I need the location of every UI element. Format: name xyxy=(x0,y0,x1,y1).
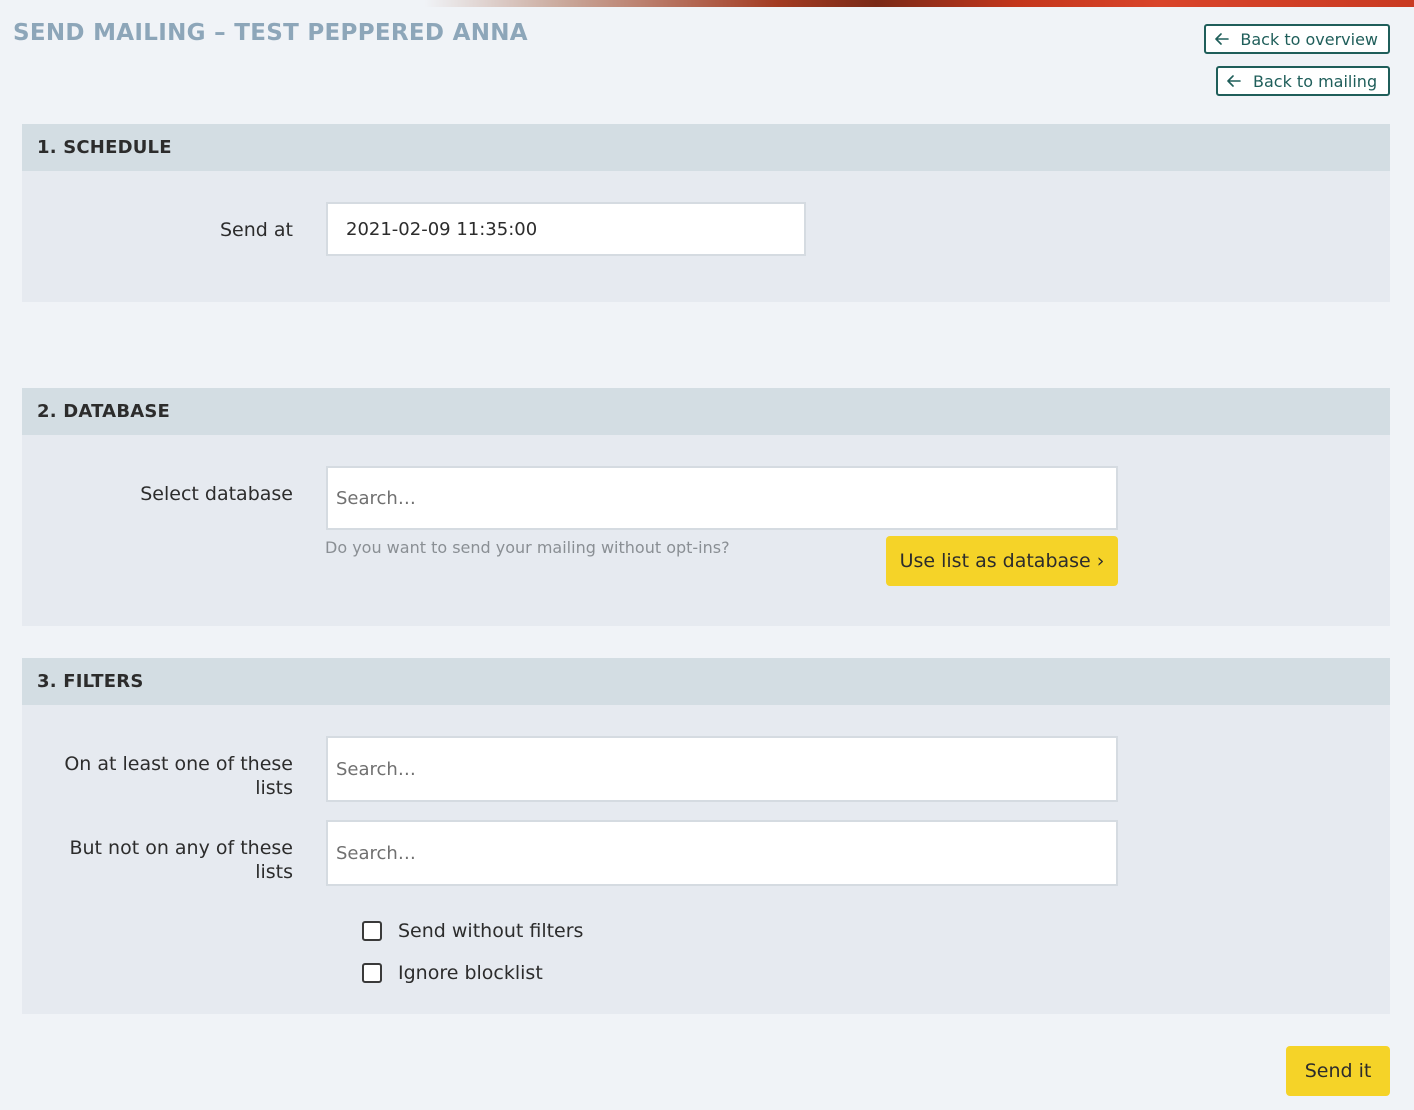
header-banner xyxy=(0,0,1414,7)
arrow-left-icon xyxy=(1227,75,1243,87)
exclude-lists-input[interactable] xyxy=(326,820,1118,886)
exclude-lists-label: But not on any of these lists xyxy=(69,837,293,883)
include-lists-input[interactable] xyxy=(326,736,1118,802)
send-it-button[interactable]: Send it xyxy=(1286,1046,1390,1096)
schedule-section: 1. SCHEDULE Send at xyxy=(22,124,1390,302)
include-lists-label: On at least one of these lists xyxy=(64,753,293,799)
ignore-blocklist-checkbox[interactable] xyxy=(362,963,382,983)
use-list-as-database-button[interactable]: Use list as database › xyxy=(886,536,1118,586)
back-to-mailing-label: Back to mailing xyxy=(1253,71,1378,91)
back-to-overview-label: Back to overview xyxy=(1240,29,1378,49)
ignore-blocklist-label: Ignore blocklist xyxy=(398,962,543,984)
select-database-label: Select database xyxy=(140,483,293,505)
send-without-filters-checkbox[interactable] xyxy=(362,921,382,941)
send-without-filters-label: Send without filters xyxy=(398,920,584,942)
page-title: SEND MAILING – TEST PEPPERED ANNA xyxy=(13,20,528,46)
send-at-field[interactable] xyxy=(326,202,806,256)
database-search-input[interactable] xyxy=(326,466,1118,530)
arrow-left-icon xyxy=(1215,33,1230,45)
back-to-mailing-button[interactable]: Back to mailing xyxy=(1216,66,1390,96)
database-heading: 2. DATABASE xyxy=(37,401,171,422)
ignore-blocklist-option[interactable]: Ignore blocklist xyxy=(362,962,543,984)
filters-section: 3. FILTERS On at least one of these list… xyxy=(22,658,1390,1014)
schedule-heading: 1. SCHEDULE xyxy=(37,137,172,158)
send-without-filters-option[interactable]: Send without filters xyxy=(362,920,583,942)
filters-heading: 3. FILTERS xyxy=(37,671,144,692)
database-header: 2. DATABASE xyxy=(22,388,1390,435)
database-section: 2. DATABASE Select database Do you want … xyxy=(22,388,1390,626)
back-to-overview-button[interactable]: Back to overview xyxy=(1204,24,1390,54)
opt-in-hint: Do you want to send your mailing without… xyxy=(325,538,730,557)
schedule-header: 1. SCHEDULE xyxy=(22,124,1390,171)
send-at-label: Send at xyxy=(220,219,293,241)
filters-header: 3. FILTERS xyxy=(22,658,1390,705)
